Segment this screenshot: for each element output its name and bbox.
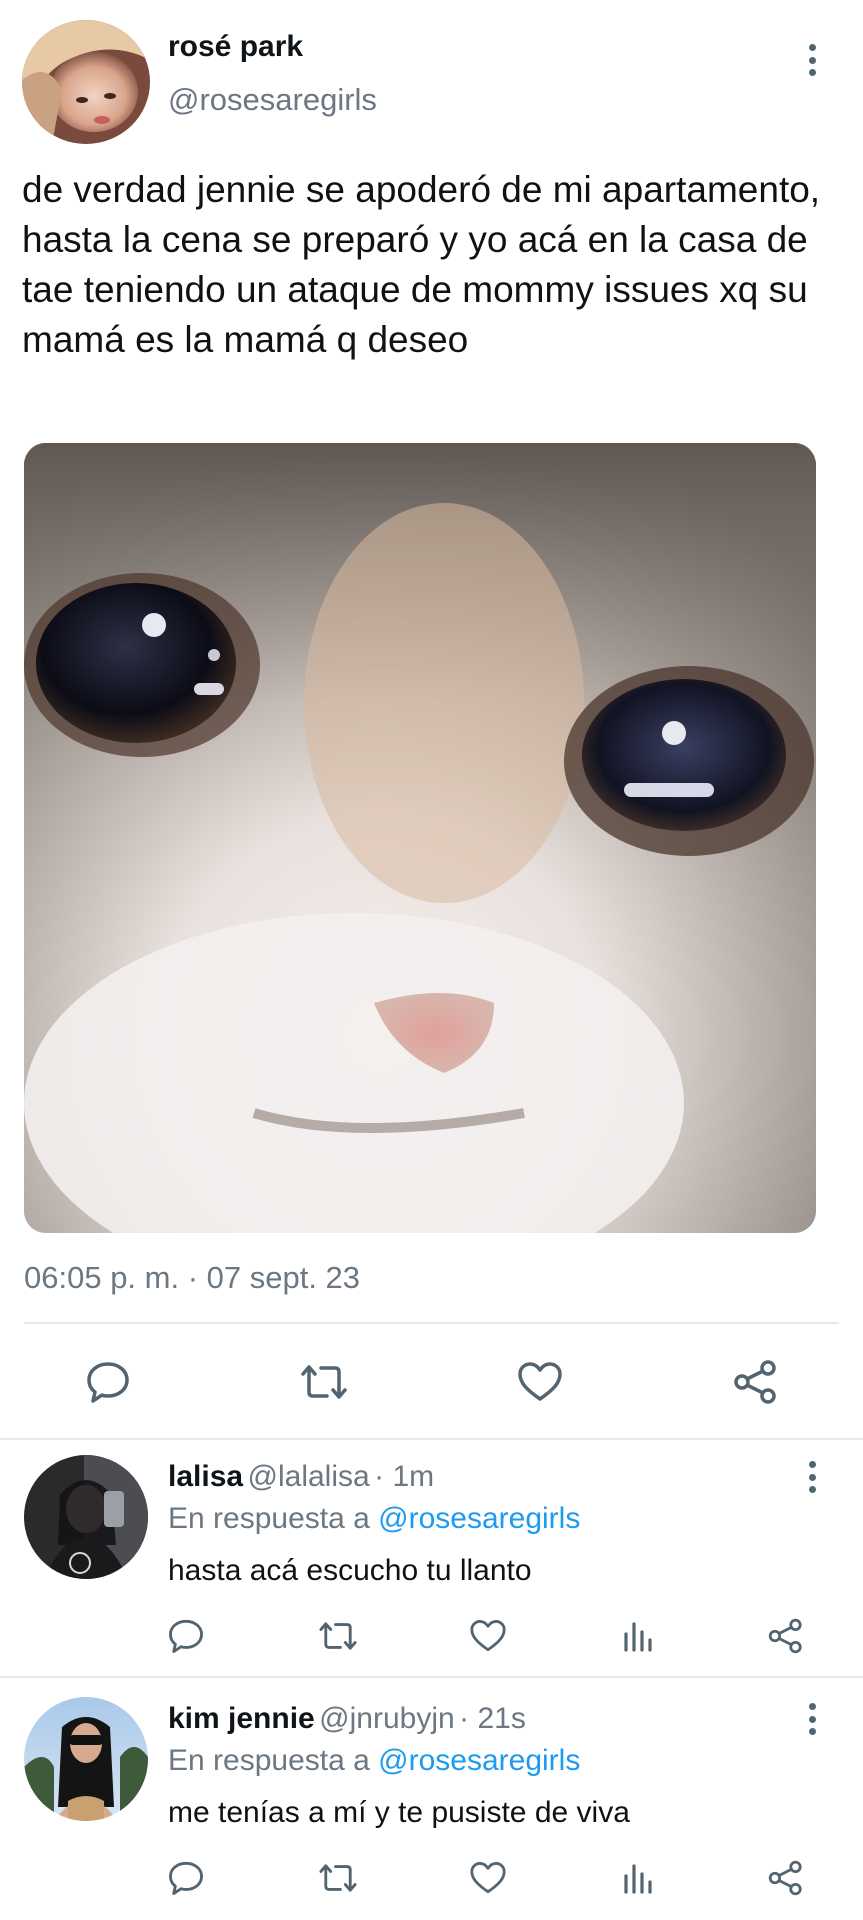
replying-to-label: En respuesta a	[168, 1744, 370, 1777]
divider	[0, 1438, 863, 1440]
reply-button[interactable]	[164, 1616, 208, 1656]
reply-author-handle[interactable]: @jnrubyjn	[319, 1702, 455, 1735]
retweet-button[interactable]	[292, 1358, 356, 1406]
replying-to: En respuesta a @rosesaregirls	[168, 1502, 580, 1536]
more-options-icon[interactable]	[807, 1461, 817, 1493]
analytics-button[interactable]	[618, 1858, 658, 1898]
reply-text: me tenías a mí y te pusiste de viva	[168, 1796, 630, 1829]
retweet-icon	[319, 1864, 357, 1892]
reply-avatar[interactable]	[24, 1697, 148, 1821]
reply-author-name[interactable]: kim jennie	[168, 1702, 315, 1735]
reply-icon	[87, 1362, 129, 1403]
share-button[interactable]	[726, 1356, 786, 1408]
tweet-media-image[interactable]	[24, 443, 816, 1233]
reply-icon	[169, 1619, 203, 1653]
share-button[interactable]	[764, 1856, 808, 1900]
reply-header: lalisa @lalalisa · 1m	[168, 1460, 434, 1494]
reply-time[interactable]: · 1m	[374, 1460, 434, 1493]
more-options-icon[interactable]	[807, 1703, 817, 1735]
replying-to-link[interactable]: @rosesaregirls	[378, 1502, 580, 1535]
divider	[0, 1676, 863, 1678]
tweet-text: de verdad jennie se apoderó de mi aparta…	[22, 169, 821, 360]
analytics-icon	[624, 1864, 652, 1894]
reply-icon	[169, 1861, 203, 1895]
reply-author-handle[interactable]: @lalalisa	[248, 1460, 370, 1493]
replying-to-link[interactable]: @rosesaregirls	[378, 1744, 580, 1777]
reply-avatar[interactable]	[24, 1455, 148, 1579]
share-icon	[734, 1360, 776, 1404]
analytics-button[interactable]	[618, 1616, 658, 1656]
replying-to: En respuesta a @rosesaregirls	[168, 1744, 580, 1778]
retweet-button[interactable]	[314, 1858, 362, 1898]
retweet-icon	[319, 1622, 357, 1650]
retweet-icon	[301, 1365, 347, 1399]
reply-button[interactable]	[164, 1858, 208, 1898]
analytics-icon	[624, 1622, 652, 1652]
like-button[interactable]	[510, 1358, 570, 1406]
reply-button[interactable]	[78, 1358, 138, 1406]
author-name[interactable]: rosé park	[168, 30, 303, 64]
like-button[interactable]	[466, 1616, 510, 1656]
like-button[interactable]	[466, 1858, 510, 1898]
author-handle[interactable]: @rosesaregirls	[168, 82, 377, 118]
share-button[interactable]	[764, 1614, 808, 1658]
like-icon	[470, 1620, 506, 1652]
like-icon	[470, 1862, 506, 1894]
tweet-timestamp[interactable]: 06:05 p. m. · 07 sept. 23	[24, 1260, 360, 1296]
divider	[24, 1322, 839, 1324]
like-icon	[518, 1362, 562, 1401]
share-icon	[768, 1860, 802, 1896]
author-avatar[interactable]	[22, 20, 150, 144]
share-icon	[768, 1618, 802, 1654]
more-options-icon[interactable]	[807, 44, 817, 76]
retweet-button[interactable]	[314, 1616, 362, 1656]
reply-header: kim jennie @jnrubyjn · 21s	[168, 1702, 526, 1736]
reply-text: hasta acá escucho tu llanto	[168, 1554, 532, 1587]
reply-time[interactable]: · 21s	[459, 1702, 526, 1735]
reply-author-name[interactable]: lalisa	[168, 1460, 243, 1493]
replying-to-label: En respuesta a	[168, 1502, 370, 1535]
